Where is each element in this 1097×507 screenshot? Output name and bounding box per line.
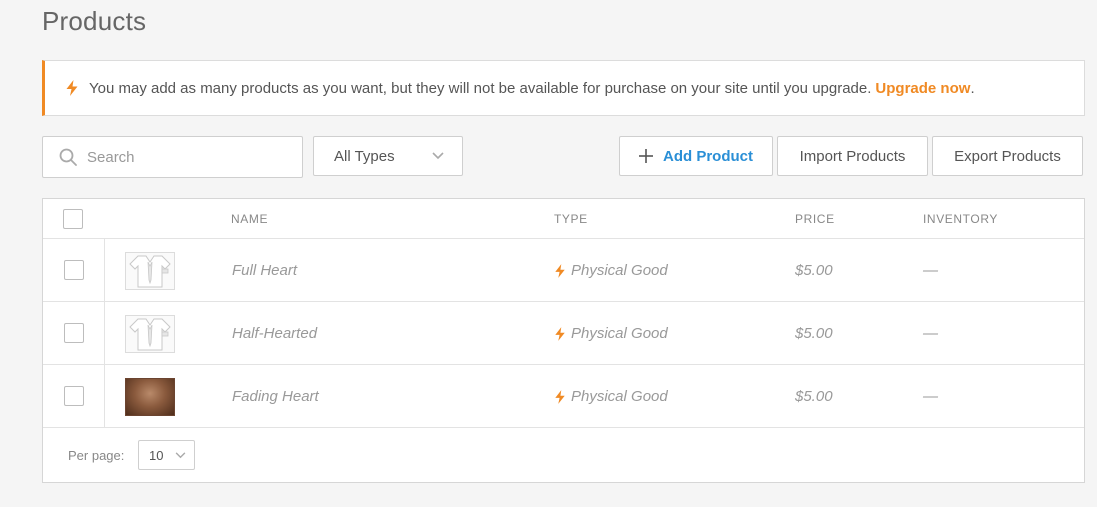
product-price: $5.00 xyxy=(795,325,833,342)
row-divider xyxy=(104,302,105,364)
column-header-type[interactable]: TYPE xyxy=(554,212,588,226)
lightning-icon xyxy=(66,80,78,96)
per-page-value: 10 xyxy=(149,447,164,463)
chevron-down-icon xyxy=(432,152,444,160)
plus-icon xyxy=(639,149,653,163)
row-checkbox[interactable] xyxy=(64,323,84,343)
row-divider xyxy=(104,239,105,301)
per-page-select[interactable]: 10 xyxy=(138,440,195,470)
column-header-inventory[interactable]: INVENTORY xyxy=(923,212,998,226)
table-row[interactable]: Full Heart Physical Good $5.00 — xyxy=(43,239,1084,302)
product-type: Physical Good xyxy=(554,262,668,279)
product-name[interactable]: Half-Hearted xyxy=(232,325,317,342)
export-products-button[interactable]: Export Products xyxy=(932,136,1083,176)
page-title: Products xyxy=(42,6,147,36)
products-table: NAME TYPE PRICE INVENTORY Full Heart Phy… xyxy=(42,198,1085,483)
chevron-down-icon xyxy=(175,451,186,458)
notice-trailing: . xyxy=(970,79,975,97)
row-divider xyxy=(104,365,105,427)
product-type-label: Physical Good xyxy=(571,388,668,405)
search-input[interactable] xyxy=(87,148,287,166)
per-page-label: Per page: xyxy=(68,448,125,463)
product-name[interactable]: Full Heart xyxy=(232,262,297,279)
type-filter-select[interactable]: All Types xyxy=(313,136,463,176)
column-header-name[interactable]: NAME xyxy=(231,212,268,226)
upgrade-now-link[interactable]: Upgrade now xyxy=(875,80,970,97)
search-icon xyxy=(59,148,77,166)
product-price: $5.00 xyxy=(795,262,833,279)
table-header: NAME TYPE PRICE INVENTORY xyxy=(43,199,1084,239)
lightning-icon xyxy=(555,326,565,341)
search-box[interactable] xyxy=(42,136,303,178)
import-products-button[interactable]: Import Products xyxy=(777,136,928,176)
product-inventory: — xyxy=(923,262,938,279)
product-type-label: Physical Good xyxy=(571,262,668,279)
product-photo[interactable] xyxy=(125,378,175,416)
product-type-label: Physical Good xyxy=(571,325,668,342)
product-inventory: — xyxy=(923,325,938,342)
table-row[interactable]: Half-Hearted Physical Good $5.00 — xyxy=(43,302,1084,365)
column-header-price[interactable]: PRICE xyxy=(795,212,835,226)
add-product-label: Add Product xyxy=(663,147,753,165)
upgrade-notice: You may add as many products as you want… xyxy=(42,60,1085,116)
row-checkbox[interactable] xyxy=(64,260,84,280)
table-footer: Per page: 10 xyxy=(43,428,1084,484)
product-type: Physical Good xyxy=(554,388,668,405)
notice-text: You may add as many products as you want… xyxy=(89,79,872,97)
product-type: Physical Good xyxy=(554,325,668,342)
add-product-button[interactable]: Add Product xyxy=(619,136,773,176)
table-row[interactable]: Fading Heart Physical Good $5.00 — xyxy=(43,365,1084,428)
lightning-icon xyxy=(555,389,565,404)
product-name[interactable]: Fading Heart xyxy=(232,388,319,405)
row-checkbox[interactable] xyxy=(64,386,84,406)
product-inventory: — xyxy=(923,388,938,405)
shirt-placeholder-icon[interactable] xyxy=(125,315,175,353)
lightning-icon xyxy=(555,263,565,278)
type-filter-value: All Types xyxy=(334,147,395,165)
select-all-checkbox[interactable] xyxy=(63,209,83,229)
shirt-placeholder-icon[interactable] xyxy=(125,252,175,290)
product-price: $5.00 xyxy=(795,388,833,405)
